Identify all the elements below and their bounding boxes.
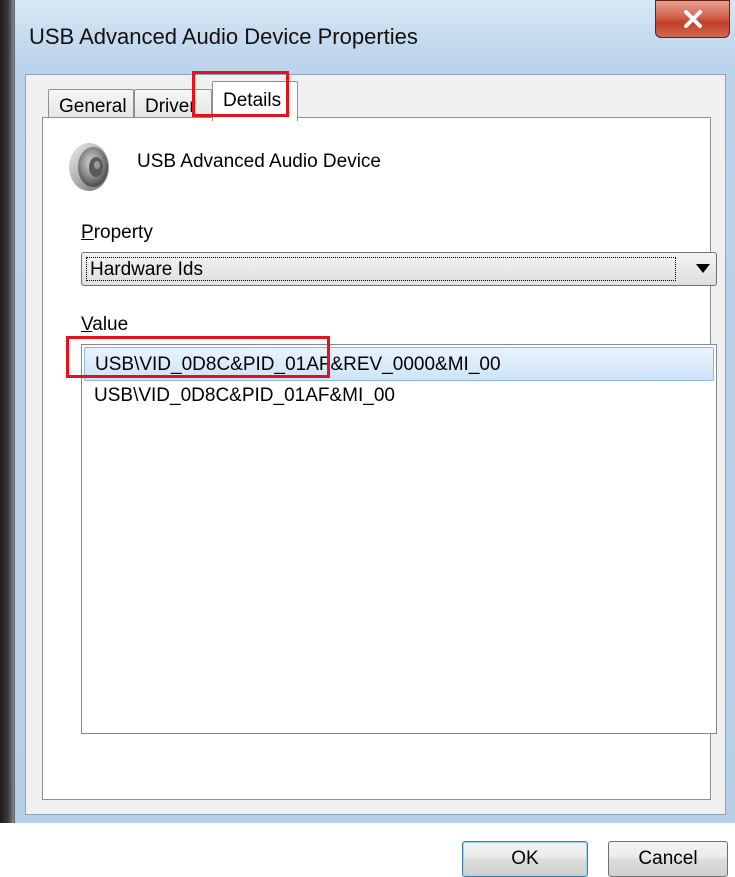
property-dropdown-value: Hardware Ids [86, 257, 676, 281]
properties-dialog: USB Advanced Audio Device Properties Gen… [14, 0, 735, 877]
value-label-rest: alue [92, 314, 129, 335]
ok-button[interactable]: OK [462, 841, 588, 877]
device-name: USB Advanced Audio Device [137, 151, 381, 172]
property-label-accelerator: P [81, 222, 94, 243]
close-button[interactable] [655, 0, 730, 38]
property-label: Property [81, 222, 153, 244]
value-list-item-1[interactable]: USB\VID_0D8C&PID_01AF&MI_00 [84, 379, 714, 413]
tab-driver-label: Driver [145, 96, 196, 117]
window-title: USB Advanced Audio Device Properties [29, 24, 418, 49]
speaker-icon [69, 143, 109, 191]
tab-details-label: Details [223, 90, 282, 111]
property-dropdown[interactable]: Hardware Ids [81, 252, 717, 286]
details-panel: USB Advanced Audio Device Property Hardw… [42, 117, 717, 800]
tab-strip: General Driver Details [48, 79, 648, 121]
value-label: Value [81, 314, 128, 336]
dialog-client-area: General Driver Details USB Advanced Audi… [25, 74, 728, 877]
property-label-rest: roperty [93, 222, 153, 243]
cancel-button[interactable]: Cancel [608, 841, 728, 877]
background-window-edge [0, 0, 14, 823]
title-bar[interactable]: USB Advanced Audio Device Properties [15, 0, 735, 74]
chevron-down-icon[interactable] [696, 264, 710, 273]
value-label-accelerator: V [81, 314, 93, 335]
tab-general-label: General [59, 96, 127, 117]
close-icon [683, 10, 702, 28]
value-list-item-0[interactable]: USB\VID_0D8C&PID_01AF&REV_0000&MI_00 [84, 347, 714, 381]
value-listbox[interactable]: USB\VID_0D8C&PID_01AF&REV_0000&MI_00 USB… [81, 344, 717, 734]
tab-details[interactable]: Details [212, 81, 298, 121]
